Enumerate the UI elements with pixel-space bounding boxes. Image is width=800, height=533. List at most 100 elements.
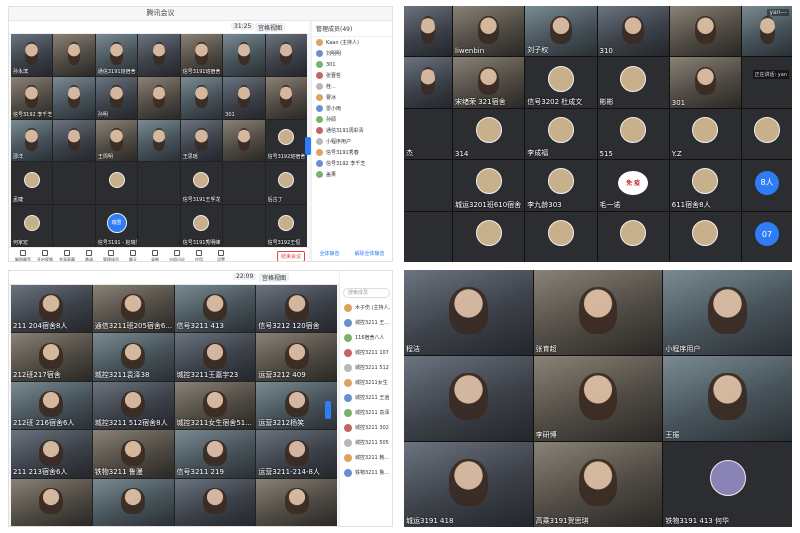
participant-tile[interactable] (265, 76, 307, 119)
participant-tile[interactable]: 信号3212 120宿舍 (256, 285, 337, 333)
participant-tile[interactable] (53, 205, 95, 247)
participant-tile[interactable] (11, 478, 92, 526)
participant-tile[interactable] (53, 76, 95, 119)
more-participants-badge[interactable]: 07 (755, 222, 779, 247)
participant-tile[interactable] (138, 205, 180, 247)
participant-tile[interactable]: 铁物3211 鲁漫 (92, 430, 174, 478)
participant-tile[interactable]: 刘子权 (525, 6, 597, 57)
member-list-item[interactable]: 信号3191秀春 (312, 147, 392, 158)
participant-tile[interactable]: 李成福 (525, 108, 597, 160)
member-list-item[interactable]: 雷小雨 (312, 103, 392, 114)
member-list-item[interactable]: 城控3211 505 (340, 435, 392, 450)
participant-tile[interactable]: 孟婕 (11, 162, 53, 205)
member-list-item[interactable]: 城控3211 512 (340, 360, 392, 375)
participant-tile[interactable] (453, 211, 525, 262)
participant-tile[interactable]: Y.Z (669, 108, 741, 160)
participant-tile[interactable] (404, 6, 452, 57)
participant-tile[interactable]: 310 (597, 6, 669, 57)
member-list-item[interactable]: 通信3191周彩青 (312, 125, 392, 136)
participant-tile[interactable]: 211 204宿舍8人 (11, 285, 92, 333)
member-list-item[interactable]: 铁物3211 鲁... (340, 465, 392, 480)
participant-tile[interactable]: 信号3192王恒 (265, 205, 307, 247)
participant-tile[interactable] (669, 6, 741, 57)
participant-tile[interactable]: 城控3211 512宿舍8人 (92, 381, 174, 430)
participant-tile[interactable]: 彬彬 (597, 57, 669, 108)
participant-tile[interactable]: 信号3192班宿舍 (265, 119, 307, 162)
side-panel-toggle[interactable] (325, 401, 331, 419)
toolbar-button[interactable]: 管理成员 (103, 250, 119, 261)
participant-tile[interactable]: 何家宏 (11, 205, 53, 247)
participant-tile[interactable]: 信号3192 李千芝 (11, 76, 53, 119)
member-list-item[interactable]: 刘明明 (312, 48, 392, 59)
participant-tile[interactable]: 张育超 (533, 270, 663, 355)
participant-tile[interactable] (223, 119, 265, 162)
toolbar-button[interactable]: 录制 (147, 250, 163, 261)
toolbar-button[interactable]: 开启视频 (37, 250, 53, 261)
participant-tile[interactable]: 211 213宿舍6人 (11, 430, 92, 478)
participant-tile[interactable]: 李研博 (533, 356, 663, 441)
member-list-item[interactable]: 木子伤 (主持人, 我) (340, 300, 392, 315)
participant-tile[interactable]: liwenbin (453, 6, 525, 57)
participant-tile[interactable]: 孙明 (95, 76, 138, 119)
participant-tile[interactable] (223, 162, 265, 205)
participant-tile[interactable]: 王振 (663, 356, 792, 441)
member-list-item[interactable]: 城控3211 302 (340, 420, 392, 435)
participant-tile[interactable]: 通信3211班205宿舍6... (92, 285, 174, 333)
participant-tile[interactable]: 信号3202 杜成文 (525, 57, 597, 108)
participant-tile[interactable]: 铁物3191 413 何华 (663, 442, 792, 527)
member-list-item[interactable]: 301 (312, 59, 392, 70)
member-list-item[interactable]: 曹冰 (312, 92, 392, 103)
member-list-item[interactable]: 城控3211 袁泽 (340, 405, 392, 420)
member-list-item[interactable]: 孙硕 (312, 114, 392, 125)
participant-tile[interactable]: 宋绪荣 321宿舍 (453, 57, 525, 108)
toolbar-button[interactable]: 解除静音 (15, 250, 31, 261)
participant-tile[interactable] (174, 478, 256, 526)
view-switch-button[interactable]: 宫格视图 (259, 273, 290, 282)
participant-tile[interactable]: 城控3211王嘉宇23 (174, 333, 256, 381)
unmute-all-button[interactable]: 解除全体静音 (354, 250, 384, 257)
member-list-item[interactable]: 城控3211 王逍 (340, 390, 392, 405)
participant-tile[interactable] (223, 205, 265, 247)
toolbar-button[interactable]: 邀请 (81, 250, 97, 261)
participant-tile[interactable]: 城运3191 418 (404, 442, 533, 527)
participant-tile[interactable]: 212班217宿舍 (11, 333, 92, 381)
member-list-item[interactable]: 城控3211 韩... (340, 450, 392, 465)
member-list-item[interactable]: 信号3192 李千芝 (312, 158, 392, 169)
member-list-item[interactable]: 张晋哲 (312, 70, 392, 81)
participant-tile[interactable]: 后古丁 (265, 162, 307, 205)
participant-tile[interactable] (404, 57, 452, 108)
participant-tile[interactable]: 王思瑶 (180, 119, 223, 162)
participant-tile[interactable]: 通信3191班宿舍 (95, 34, 138, 76)
member-list-item[interactable]: 城控3211 王... (340, 315, 392, 330)
member-list-item[interactable]: Kaan (主持人) (312, 37, 392, 48)
participant-tile[interactable] (53, 162, 95, 205)
participant-tile[interactable]: 高乘3191贺思琪 (533, 442, 663, 527)
more-participants-badge[interactable]: 8人 (755, 170, 779, 195)
participant-tile[interactable] (404, 211, 452, 262)
participant-tile[interactable] (669, 211, 741, 262)
participant-tile[interactable]: 8人 (742, 160, 792, 211)
participant-tile[interactable] (404, 356, 533, 441)
member-search-input[interactable]: 搜索成员 (343, 288, 390, 298)
participant-tile[interactable] (53, 119, 95, 162)
member-list-item[interactable]: 116宿舍八人 (340, 330, 392, 345)
participant-tile[interactable] (138, 34, 180, 76)
participant-tile[interactable]: 运营3211-214-8人 (256, 430, 337, 478)
participant-tile[interactable] (256, 478, 337, 526)
toolbar-button[interactable]: 应用 (191, 250, 207, 261)
participant-tile[interactable]: 免 疫毛一诺 (597, 160, 669, 211)
member-list-item[interactable]: 桂... (312, 81, 392, 92)
participant-tile[interactable]: 301 (669, 57, 741, 108)
toolbar-button[interactable]: 共享屏幕 (59, 250, 75, 261)
participant-tile[interactable] (180, 76, 223, 119)
toolbar-button[interactable]: 分组讨论 (169, 250, 185, 261)
toolbar-button[interactable]: 聊天 (125, 250, 141, 261)
participant-tile[interactable]: 小程序用户 (663, 270, 792, 355)
member-list-item[interactable]: 盖果 (312, 169, 392, 180)
member-list-item[interactable]: 城控3211 107 (340, 345, 392, 360)
end-meeting-button[interactable]: 结束会议 (277, 251, 306, 261)
participant-tile[interactable] (53, 34, 95, 76)
participant-tile[interactable] (92, 478, 174, 526)
participant-tile[interactable]: 李九龄303 (525, 160, 597, 211)
toolbar-button[interactable]: 设置 (213, 250, 229, 261)
